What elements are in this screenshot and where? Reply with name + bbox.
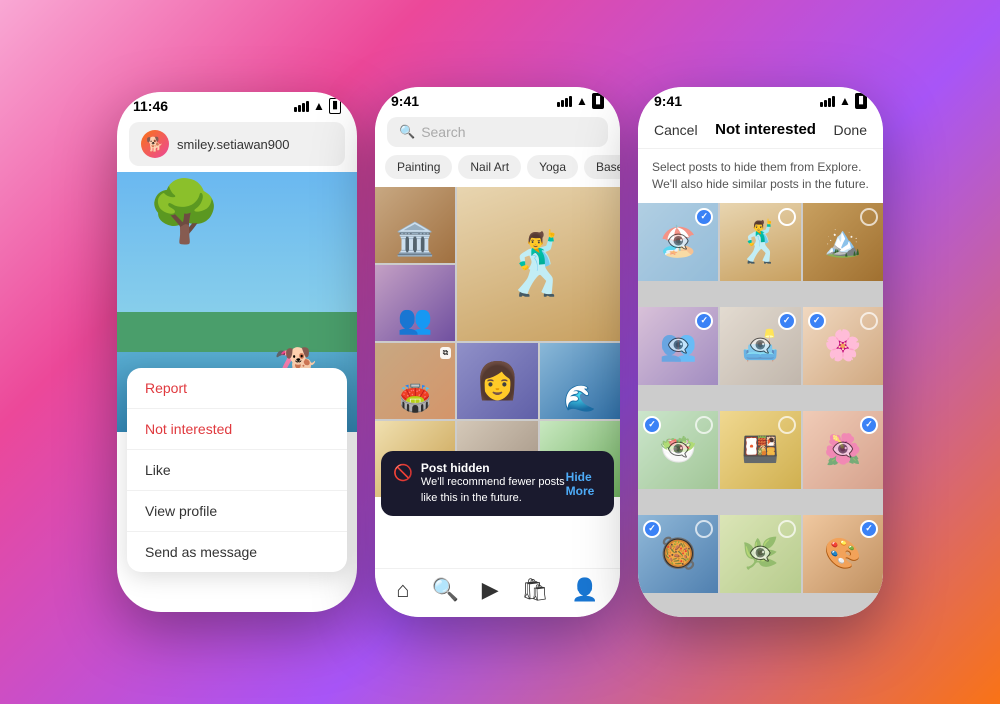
cancel-button[interactable]: Cancel — [654, 122, 698, 138]
search-placeholder: Search — [421, 124, 465, 140]
check-4: ✓ — [695, 312, 713, 330]
hide-more-button[interactable]: Hide More — [566, 470, 602, 498]
menu-not-interested[interactable]: Not interested — [127, 409, 347, 450]
sel-cell-7[interactable]: 🥗 👁‍🗨 ✓ — [638, 411, 718, 489]
chip-painting[interactable]: Painting — [385, 155, 452, 179]
sel-cell-6[interactable]: 🌸 ✓ — [803, 307, 883, 385]
sel-cell-11[interactable]: 🌿 👁‍🗨 — [720, 515, 800, 593]
check-11 — [778, 520, 796, 538]
done-button[interactable]: Done — [834, 122, 867, 138]
check-12: ✓ — [860, 520, 878, 538]
sel-cell-5[interactable]: 🛋️ 👁‍🗨 ✓ — [720, 307, 800, 385]
status-bar-3: 9:41 ▲ ▮ — [638, 87, 883, 111]
check-6 — [860, 312, 878, 330]
search-bar[interactable]: 🔍 Search — [387, 117, 608, 147]
check-3 — [860, 208, 878, 226]
status-icons-2: ▲ ▮ — [557, 93, 604, 108]
nav-reels[interactable]: ▶ — [482, 577, 499, 603]
status-icons-3: ▲ ▮ — [820, 93, 867, 108]
nav-search[interactable]: 🔍 — [432, 577, 459, 603]
check-8 — [778, 416, 796, 434]
chip-yoga[interactable]: Yoga — [527, 155, 578, 179]
check-2 — [778, 208, 796, 226]
topic-chips: Painting Nail Art Yoga Base — [375, 155, 620, 187]
wifi-icon: ▲ — [313, 99, 325, 113]
post-hidden-toast: 🚫 Post hidden We'll recommend fewer post… — [381, 451, 614, 516]
check-9: ✓ — [860, 416, 878, 434]
status-icons-1: ▲ ▮ — [294, 98, 341, 113]
video-badge: ⧉ — [440, 347, 452, 359]
menu-like[interactable]: Like — [127, 450, 347, 491]
toast-subtitle: We'll recommend fewer posts like this in… — [421, 475, 566, 506]
grid-cell-arch: 🏛️ — [375, 187, 455, 263]
subtitle-text: Select posts to hide them from Explore. … — [638, 149, 883, 203]
grid-cell-coastal: 🌊 — [540, 343, 620, 419]
sel-cell-4[interactable]: 👥 👁‍🗨 ✓ — [638, 307, 718, 385]
explore-grid: 🏛️ 🕺 👥 🏟️ ⧉ 👩 — [375, 187, 620, 568]
signal-icon-3 — [820, 96, 835, 107]
check-5: ✓ — [778, 312, 796, 330]
status-bar-2: 9:41 ▲ ▮ — [375, 87, 620, 111]
toast-title: Post hidden — [421, 461, 566, 475]
phone-1: 11:46 ▲ ▮ smiley.setiawan900 🌳 — [117, 92, 357, 612]
menu-send-message[interactable]: Send as message — [127, 532, 347, 572]
nav-profile[interactable]: 👤 — [571, 577, 598, 603]
menu-view-profile[interactable]: View profile — [127, 491, 347, 532]
battery-icon-2: ▮ — [592, 93, 604, 108]
check-7 — [695, 416, 713, 434]
chip-nail-art[interactable]: Nail Art — [458, 155, 521, 179]
menu-report[interactable]: Report — [127, 368, 347, 409]
wifi-icon-3: ▲ — [839, 94, 851, 108]
sel-cell-2[interactable]: 🕺 — [720, 203, 800, 281]
signal-icon — [294, 101, 309, 112]
phone-2: 9:41 ▲ ▮ 🔍 Search Painting N — [375, 87, 620, 617]
username-label: smiley.setiawan900 — [177, 137, 289, 152]
grid-cell-dance: 🕺 — [457, 187, 620, 341]
grid-cell-people: 👥 — [375, 265, 455, 341]
context-menu: Report Not interested Like View profile … — [127, 368, 347, 572]
check-10 — [695, 520, 713, 538]
page-title: Not interested — [715, 121, 816, 138]
grid-cell-woman: 👩 — [457, 343, 537, 419]
signal-icon-2 — [557, 96, 572, 107]
story-header: smiley.setiawan900 — [129, 122, 345, 166]
sel-cell-1[interactable]: 🏖️ 👁‍🗨 ✓ — [638, 203, 718, 281]
not-interested-header: Cancel Not interested Done — [638, 111, 883, 149]
sel-cell-12[interactable]: 🎨 ✓ — [803, 515, 883, 593]
search-area: 🔍 Search — [375, 111, 620, 155]
bottom-nav: ⌂ 🔍 ▶ 🛍 👤 — [375, 568, 620, 617]
sel-cell-9[interactable]: 🌺 👁‍🗨 ✓ — [803, 411, 883, 489]
sel-cell-3[interactable]: 🏔️ — [803, 203, 883, 281]
sel-cell-8[interactable]: 🍱 — [720, 411, 800, 489]
battery-icon-3: ▮ — [855, 93, 867, 108]
battery-icon: ▮ — [329, 98, 341, 113]
grid-cell-arch2: 🏟️ ⧉ — [375, 343, 455, 419]
phone-3: 9:41 ▲ ▮ Cancel Not interested Done Sele… — [638, 87, 883, 617]
nav-shop[interactable]: 🛍 — [521, 577, 549, 603]
time-3: 9:41 — [654, 93, 682, 109]
status-bar-1: 11:46 ▲ ▮ — [117, 92, 357, 116]
hidden-icon: 🚫 — [393, 463, 413, 483]
time-2: 9:41 — [391, 93, 419, 109]
chip-base[interactable]: Base — [584, 155, 620, 179]
nav-home[interactable]: ⌂ — [396, 577, 409, 603]
search-icon: 🔍 — [399, 124, 415, 140]
time-1: 11:46 — [133, 98, 168, 114]
sel-cell-10[interactable]: 🥘 ✓ — [638, 515, 718, 593]
check-1: ✓ — [695, 208, 713, 226]
tree-icon: 🌳 — [147, 182, 222, 242]
avatar — [141, 130, 169, 158]
wifi-icon-2: ▲ — [576, 94, 588, 108]
